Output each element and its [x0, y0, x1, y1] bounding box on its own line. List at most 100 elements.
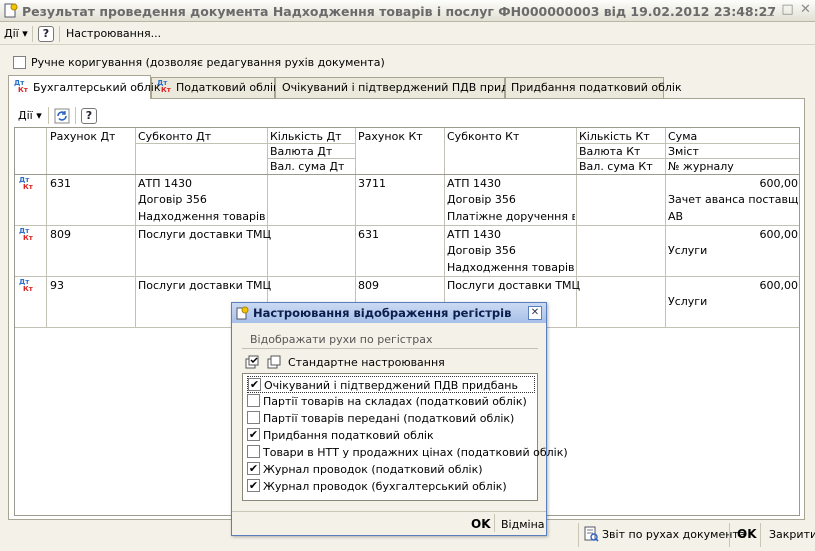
settings-dialog: Настроювання відображення регістрів ✕ Ві…: [231, 302, 568, 536]
settings-menu[interactable]: Настроювання...: [66, 27, 161, 40]
tab-label: Придбання податковий облік: [511, 81, 682, 94]
report-icon: [584, 526, 599, 542]
cell-content: Услуги: [668, 295, 708, 308]
tab-purchase-tax[interactable]: Придбання податковий облік: [505, 77, 682, 98]
cell-sum: 600,00: [759, 279, 799, 292]
divider: [242, 348, 538, 349]
header-cur-kt[interactable]: Валюта Кт: [579, 145, 640, 158]
actions-label: Дії: [18, 109, 33, 122]
register-checkbox[interactable]: ✔: [247, 428, 260, 441]
check-all-icon[interactable]: [245, 355, 259, 369]
tab-tax[interactable]: Дт Кт Податковий облік: [151, 77, 280, 98]
register-checkbox[interactable]: [247, 411, 260, 424]
register-checkbox[interactable]: ✔: [247, 479, 260, 492]
header-content[interactable]: Зміст: [668, 145, 699, 158]
manual-correction-checkbox[interactable]: [13, 56, 26, 69]
separator: [48, 107, 49, 124]
header-sub-kt[interactable]: Субконто Кт: [447, 130, 519, 143]
dialog-icon: [236, 306, 249, 320]
divider: [232, 511, 546, 512]
cell-sub-kt: Послуги доставки ТМЦ: [447, 279, 581, 292]
actions-label: Дії: [4, 27, 19, 40]
minimize-button[interactable]: _: [762, 3, 779, 19]
dtkt-icon: Дт Кт: [19, 176, 33, 191]
cell-sub-kt: Платіжне доручення ви...: [447, 210, 575, 223]
dtkt-icon: Дт Кт: [19, 227, 33, 242]
cell-acc-kt: 3711: [358, 177, 386, 190]
grid-help-button[interactable]: ?: [81, 108, 97, 124]
header-qty-dt[interactable]: Кількість Дт: [270, 130, 342, 143]
cell-content: Зачет аванса поставщ...: [668, 193, 798, 206]
close-button[interactable]: ✕: [797, 3, 814, 19]
dialog-ok-button[interactable]: OK: [471, 517, 491, 531]
separator: [578, 523, 579, 547]
header-sub-dt[interactable]: Субконто Дт: [138, 130, 211, 143]
close-window-button[interactable]: Закрити: [769, 528, 815, 541]
item-label: Придбання податковий облік: [263, 429, 434, 442]
item-label: Партії товарів передані (податковий облі…: [263, 412, 515, 425]
register-checkbox[interactable]: ✔: [247, 462, 260, 475]
register-checkbox[interactable]: ✔: [248, 378, 261, 391]
ok-button[interactable]: OK: [737, 527, 757, 541]
separator: [494, 514, 495, 532]
list-item[interactable]: Партії товарів на складах (податковий об…: [247, 393, 535, 410]
cell-acc-dt: 809: [50, 228, 71, 241]
list-item[interactable]: ✔ Придбання податковий облік: [247, 427, 535, 444]
dialog-close-button[interactable]: ✕: [528, 306, 542, 320]
cell-acc-kt: 809: [358, 279, 379, 292]
cell-sub-kt: АТП 1430: [447, 177, 502, 190]
report-button[interactable]: Звіт по рухах документа: [602, 528, 746, 541]
list-item[interactable]: ✔ Журнал проводок (податковий облік): [247, 461, 535, 478]
help-button[interactable]: ?: [38, 26, 54, 42]
tab-label: Податковий облік: [176, 81, 280, 94]
dialog-title-bar: Настроювання відображення регістрів ✕: [232, 303, 546, 323]
maximize-button[interactable]: □: [779, 3, 796, 19]
separator: [59, 26, 60, 42]
register-checkbox[interactable]: [247, 445, 260, 458]
uncheck-all-icon[interactable]: [267, 355, 281, 369]
tab-label: Бухгалтерський облік: [33, 81, 161, 94]
list-item[interactable]: ✔ Журнал проводок (бухгалтерський облік): [247, 478, 535, 495]
header-valsum-dt[interactable]: Вал. сума Дт: [270, 160, 344, 173]
cell-sum: 600,00: [759, 177, 799, 190]
dialog-cancel-button[interactable]: Відміна: [501, 518, 545, 531]
cell-sub-kt: АТП 1430: [447, 228, 502, 241]
header-valsum-kt[interactable]: Вал. сума Кт: [579, 160, 653, 173]
separator: [32, 26, 33, 42]
grid-actions-menu[interactable]: Дії ▾: [18, 109, 42, 122]
separator: [75, 107, 76, 124]
tab-vat[interactable]: Очікуваний і підтверджений ПДВ придбань: [275, 77, 536, 98]
item-label: Очікуваний і підтверджений ПДВ придбань: [264, 379, 518, 392]
header-journal[interactable]: № журналу: [668, 160, 734, 173]
register-checkbox[interactable]: [247, 394, 260, 407]
list-item[interactable]: ✔ Очікуваний і підтверджений ПДВ придбань: [247, 376, 535, 393]
dialog-title: Настроювання відображення регістрів: [253, 306, 512, 320]
cell-content: Услуги: [668, 244, 708, 257]
group-label: Відображати рухи по регістрах: [250, 333, 433, 346]
refresh-icon[interactable]: [54, 108, 70, 124]
item-label: Журнал проводок (бухгалтерський облік): [263, 480, 507, 493]
header-acc-kt[interactable]: Рахунок Кт: [358, 130, 423, 143]
separator: [760, 523, 761, 547]
cell-sub-dt: Послуги доставки ТМЦ: [138, 228, 272, 241]
list-item[interactable]: Товари в НТТ у продажних цінах (податков…: [247, 444, 568, 461]
dtkt-icon: Дт Кт: [14, 79, 28, 94]
title-bar: Результат проведення документа Надходжен…: [0, 0, 815, 22]
window-title: Результат проведення документа Надходжен…: [22, 4, 777, 19]
header-cur-dt[interactable]: Валюта Дт: [270, 145, 332, 158]
header-qty-kt[interactable]: Кількість Кт: [579, 130, 650, 143]
tab-accounting[interactable]: Дт Кт Бухгалтерський облік: [8, 75, 161, 99]
cell-sub-dt: Послуги доставки ТМЦ: [138, 279, 272, 292]
standard-settings-button[interactable]: Стандартне настроювання: [288, 356, 445, 369]
cell-sub-dt: Надходження товарів і ...: [138, 210, 266, 223]
header-sum[interactable]: Сума: [668, 130, 697, 143]
list-item[interactable]: Партії товарів передані (податковий облі…: [247, 410, 535, 427]
cell-acc-dt: 93: [50, 279, 64, 292]
cell-sub-kt: Договір 356: [447, 244, 516, 257]
cell-sum: 600,00: [759, 228, 799, 241]
tab-label: Очікуваний і підтверджений ПДВ придбань: [282, 81, 536, 94]
cell-sub-dt: АТП 1430: [138, 177, 193, 190]
cell-sub-dt: Договір 356: [138, 193, 207, 206]
actions-menu[interactable]: Дії ▾: [4, 27, 28, 40]
header-acc-dt[interactable]: Рахунок Дт: [50, 130, 115, 143]
